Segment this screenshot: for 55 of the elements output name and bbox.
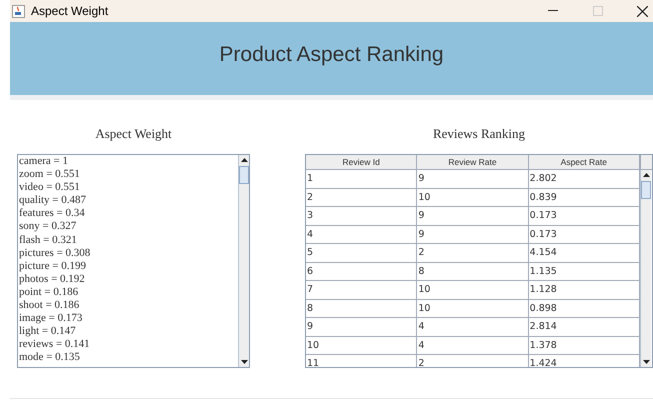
table-cell: 7 bbox=[306, 281, 418, 298]
scroll-down-icon[interactable] bbox=[241, 360, 248, 364]
table-cell: 9 bbox=[417, 170, 529, 188]
list-item[interactable]: light = 0.147 bbox=[19, 325, 238, 338]
list-item[interactable]: pictures = 0.308 bbox=[19, 246, 238, 260]
list-item[interactable]: photos = 0.192 bbox=[19, 272, 238, 286]
list-item[interactable]: quality = 0.487 bbox=[19, 194, 238, 208]
scroll-up-icon[interactable] bbox=[241, 158, 248, 162]
list-item[interactable]: features = 0.34 bbox=[19, 207, 238, 220]
cup-icon bbox=[12, 4, 25, 18]
list-item[interactable]: shoot = 0.186 bbox=[19, 299, 238, 312]
table-cell: 8 bbox=[417, 262, 529, 280]
section-title: Aspect Weight bbox=[95, 125, 172, 143]
close-icon[interactable] bbox=[637, 6, 648, 16]
table-cell: 4 bbox=[306, 226, 418, 243]
list-item[interactable]: video = 0.551 bbox=[19, 181, 238, 194]
list-item[interactable]: zoom = 0.551 bbox=[19, 168, 238, 182]
header-title: Product Aspect Ranking bbox=[219, 42, 444, 68]
scroll-up-icon[interactable] bbox=[643, 173, 650, 177]
scrollbar[interactable] bbox=[238, 155, 249, 367]
list-item[interactable]: point = 0.186 bbox=[19, 286, 238, 300]
list-item[interactable]: sony = 0.327 bbox=[19, 220, 238, 234]
table-cell: 1 bbox=[306, 170, 418, 188]
table-cell: 5 bbox=[306, 244, 418, 262]
table-cell: 8 bbox=[306, 300, 418, 317]
table-cell: 4 bbox=[417, 318, 529, 336]
table-cell: 6 bbox=[306, 262, 418, 280]
table-cell: 2 bbox=[417, 355, 529, 367]
table-cell: 2 bbox=[417, 244, 529, 262]
table-cell: 10 bbox=[417, 281, 529, 298]
list-item[interactable]: flash = 0.321 bbox=[19, 234, 238, 247]
table-cell: 9 bbox=[417, 207, 529, 224]
table-cell: 9 bbox=[417, 226, 529, 243]
window-title: Aspect Weight bbox=[31, 3, 108, 20]
column-header[interactable]: Review Id bbox=[306, 155, 418, 169]
scroll-thumb[interactable] bbox=[641, 181, 651, 199]
list-item[interactable]: picture = 0.199 bbox=[19, 260, 238, 273]
table-cell: 4 bbox=[417, 336, 529, 354]
scroll-thumb[interactable] bbox=[239, 166, 249, 184]
list-item[interactable]: camera = 1 bbox=[19, 155, 238, 168]
section-title: Reviews Ranking bbox=[432, 125, 526, 143]
table-cell: 10 bbox=[417, 300, 529, 317]
list-item[interactable]: mode = 0.135 bbox=[19, 351, 238, 364]
list-item[interactable]: image = 0.173 bbox=[19, 312, 238, 326]
table-cell: 10 bbox=[306, 336, 418, 354]
table-cell: 11 bbox=[306, 355, 418, 367]
scroll-down-icon[interactable] bbox=[643, 360, 650, 364]
table-cell: 9 bbox=[306, 318, 418, 336]
scrollbar[interactable] bbox=[640, 170, 651, 367]
table-cell: 3 bbox=[306, 207, 418, 224]
minimize-icon[interactable] bbox=[548, 10, 558, 12]
table-cell: 10 bbox=[417, 188, 529, 206]
list-item[interactable]: reviews = 0.141 bbox=[19, 338, 238, 352]
column-header[interactable]: Review Rate bbox=[417, 155, 529, 169]
table-cell: 2 bbox=[306, 188, 418, 206]
